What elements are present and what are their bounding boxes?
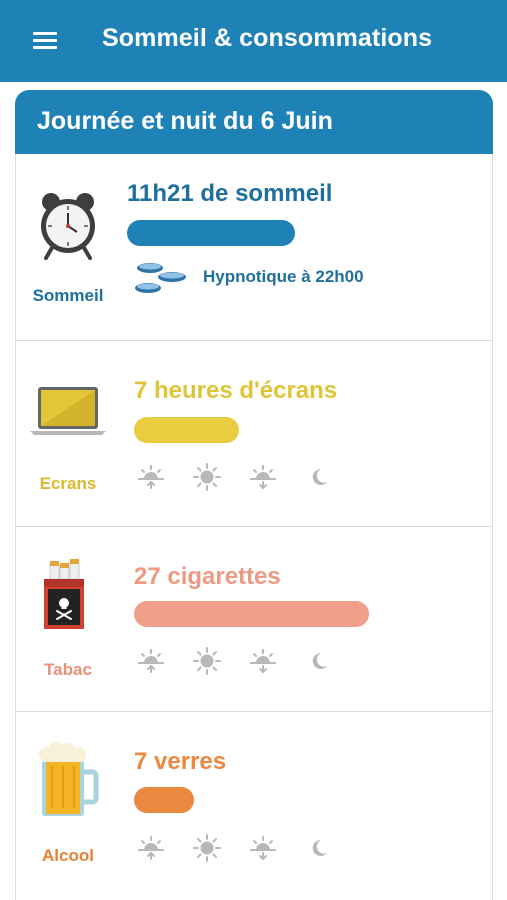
alcohol-label: Alcool [42,846,94,865]
sleep-label: Sommeil [32,286,104,305]
alcohol-amount-bar [134,787,194,813]
tobacco-label: Tabac [44,660,92,679]
alcohol-value: 7 verres [134,748,227,775]
morning-icon[interactable] [136,833,166,863]
sleep-card[interactable]: Sommeil 11h21 de sommeil Hypnotique à 22… [15,154,493,341]
hamburger-menu-icon-line [33,46,57,49]
evening-icon[interactable] [248,833,278,863]
screens-amount-bar [134,417,239,443]
screens-value: 7 heures d'écrans [134,377,338,404]
laptop-icon [26,383,110,457]
sleep-duration-bar [127,220,295,246]
screens-card[interactable]: Ecrans 7 heures d'écrans [15,341,493,527]
screens-label: Ecrans [39,474,97,493]
tobacco-amount-bar [134,601,369,627]
page-title: Sommeil & consommations [102,24,433,52]
night-icon[interactable] [304,646,334,676]
midday-icon[interactable] [192,646,222,676]
hamburger-menu-icon-line [33,39,57,42]
alarm-clock-icon [26,188,110,262]
hamburger-menu-icon [33,32,57,35]
evening-icon[interactable] [248,462,278,492]
sleep-value: 11h21 de sommeil [127,180,333,207]
night-icon[interactable] [304,833,334,863]
day-title: Journée et nuit du 6 Juin [37,107,333,135]
tobacco-value: 27 cigarettes [134,563,281,590]
medication-text: Hypnotique à 22h00 [203,267,364,286]
alcohol-card[interactable]: Alcool 7 verres [15,712,493,900]
pills-icon [134,259,188,299]
tobacco-time-of-day [136,646,336,676]
midday-icon[interactable] [192,833,222,863]
app-bar: Sommeil & consommations [0,0,507,82]
midday-icon[interactable] [192,462,222,492]
night-icon[interactable] [304,462,334,492]
day-header: Journée et nuit du 6 Juin [15,90,493,154]
screens-time-of-day [136,462,336,492]
morning-icon[interactable] [136,462,166,492]
tobacco-card[interactable]: Tabac 27 cigarettes [15,527,493,712]
menu-button[interactable] [30,28,60,54]
cigarette-pack-icon [26,559,110,633]
evening-icon[interactable] [248,646,278,676]
morning-icon[interactable] [136,646,166,676]
alcohol-time-of-day [136,833,336,863]
beer-mug-icon [26,742,110,816]
